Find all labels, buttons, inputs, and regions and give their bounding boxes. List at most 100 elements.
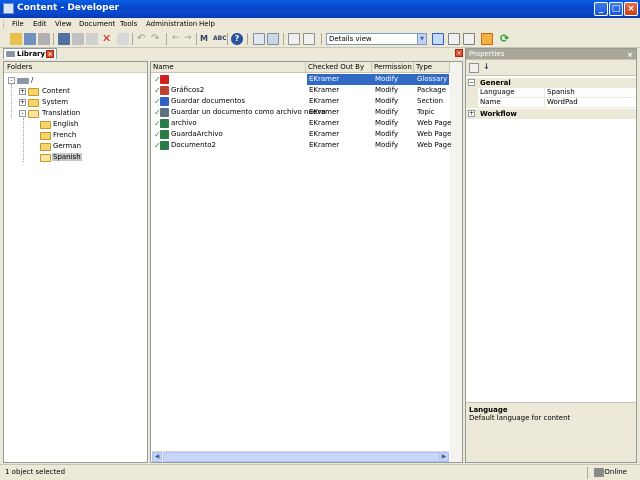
cell-type: Web Page — [417, 141, 452, 149]
tree-node-english[interactable]: English — [37, 120, 137, 130]
expander-plus-icon[interactable]: + — [19, 99, 26, 106]
tab-library[interactable]: Library × — [3, 48, 57, 59]
copy-icon[interactable] — [72, 33, 84, 45]
column-header-type[interactable]: Type — [414, 62, 450, 73]
column-header-checked-out-by[interactable]: Checked Out By — [306, 62, 372, 73]
title-bar: Content - Developer _ □ × — [0, 0, 640, 18]
collapse-icon[interactable]: − — [468, 79, 475, 86]
horizontal-scrollbar[interactable]: ◀ ▶ — [152, 451, 449, 462]
delete-icon[interactable]: ✕ — [102, 33, 114, 45]
properties-icon[interactable] — [117, 33, 129, 45]
paste-icon[interactable] — [86, 33, 98, 45]
help-icon[interactable]: ? — [231, 33, 243, 45]
tree-node-system[interactable]: + System — [18, 98, 138, 108]
categorized-icon[interactable] — [469, 63, 479, 73]
category-general[interactable]: − General — [466, 78, 636, 88]
scroll-right-icon[interactable]: ▶ — [439, 452, 449, 462]
back-icon[interactable]: ← — [172, 33, 184, 45]
cut-icon[interactable] — [58, 33, 70, 45]
details-layout-icon[interactable] — [432, 33, 444, 45]
toolbar-separator — [321, 33, 322, 45]
cell-checked-out-by: EKramer — [309, 75, 340, 83]
expander-minus-icon[interactable]: - — [19, 110, 26, 117]
menu-bar: File Edit View Document Tools Administra… — [0, 18, 640, 31]
menu-file[interactable]: File — [12, 20, 24, 28]
table-row[interactable]: ✓ Guardar documentos EKramer Modify Section — [152, 96, 449, 107]
category-workflow[interactable]: + Workflow — [466, 109, 636, 119]
menu-edit[interactable]: Edit — [33, 20, 47, 28]
preview-icon[interactable] — [288, 33, 300, 45]
publish-icon[interactable] — [303, 33, 315, 45]
close-icon[interactable]: × — [46, 50, 54, 58]
status-separator — [587, 467, 588, 479]
tree-node-german[interactable]: German — [37, 142, 137, 152]
forward-icon[interactable]: → — [184, 33, 196, 45]
scroll-thumb[interactable] — [163, 452, 448, 462]
table-row[interactable]: ✓ Documento2 EKramer Modify Web Page — [152, 140, 452, 151]
tree-line — [23, 118, 24, 162]
tree-node-root[interactable]: - / — [6, 76, 126, 86]
cell-type: Topic — [417, 108, 435, 116]
workflow-icon[interactable] — [481, 33, 493, 45]
cell-type: Web Page — [417, 130, 452, 138]
property-value[interactable]: WordPad — [544, 98, 636, 108]
menu-tools[interactable]: Tools — [120, 20, 137, 28]
close-icon[interactable]: × — [455, 49, 463, 57]
table-row[interactable]: ✓ GuardaArchivo EKramer Modify Web Page — [152, 129, 452, 140]
tree-node-spanish[interactable]: Spanish — [37, 153, 137, 163]
tree-label: / — [31, 76, 34, 84]
save-icon[interactable] — [24, 33, 36, 45]
split-layout-icon[interactable] — [448, 33, 460, 45]
undo-icon[interactable]: ↶ — [137, 33, 149, 45]
column-header-permission[interactable]: Permission — [372, 62, 414, 73]
folders-header: Folders — [4, 62, 147, 73]
menu-administration[interactable]: Administration — [146, 20, 197, 28]
property-key: Name — [466, 98, 544, 108]
table-row[interactable]: ✓ Guardar un documento como archivo nuevo… — [152, 107, 449, 118]
cell-permission: Modify — [375, 75, 399, 83]
menu-help[interactable]: Help — [199, 20, 215, 28]
open-icon[interactable] — [10, 33, 22, 45]
folder-icon — [28, 88, 39, 96]
sort-alpha-icon[interactable]: ↓ — [483, 62, 490, 71]
redo-icon[interactable]: ↷ — [151, 33, 163, 45]
tree-node-french[interactable]: French — [37, 131, 137, 141]
description-text: Default language for content — [469, 414, 571, 422]
expander-plus-icon[interactable]: + — [19, 88, 26, 95]
table-row[interactable]: ✓ archivo EKramer Modify Web Page — [152, 118, 452, 129]
document-type-icon — [160, 86, 169, 95]
print-icon[interactable] — [38, 33, 50, 45]
expand-icon[interactable]: + — [468, 110, 475, 117]
minimize-button[interactable]: _ — [594, 2, 608, 16]
columns-layout-icon[interactable] — [463, 33, 475, 45]
menu-view[interactable]: View — [55, 20, 72, 28]
maximize-button[interactable]: □ — [609, 2, 623, 16]
chevron-down-icon[interactable]: ▼ — [417, 34, 426, 44]
property-row-language[interactable]: Language Spanish — [466, 88, 636, 98]
menu-document[interactable]: Document — [79, 20, 115, 28]
view-select-value: Details view — [329, 35, 372, 43]
properties-toolbar: ↓ — [466, 60, 636, 76]
column-header-name[interactable]: Name — [151, 62, 306, 73]
close-button[interactable]: × — [624, 2, 638, 16]
property-value[interactable]: Spanish — [544, 88, 636, 98]
checkout-icon[interactable] — [267, 33, 279, 45]
cell-type: Web Page — [417, 119, 452, 127]
expander-minus-icon[interactable]: - — [8, 77, 15, 84]
refresh-icon[interactable]: ⟳ — [500, 33, 512, 45]
scroll-left-icon[interactable]: ◀ — [152, 452, 162, 462]
property-row-name[interactable]: Name WordPad — [466, 98, 636, 108]
tree-node-translation[interactable]: - Translation — [18, 109, 138, 119]
online-status: Online — [604, 468, 627, 476]
spellcheck-icon[interactable]: ABC — [213, 33, 227, 45]
tree-label: German — [53, 142, 82, 150]
table-row[interactable]: ✓ WordPad EKramer Modify Glossary — [152, 74, 449, 85]
document-list: Name Checked Out By Permission Type ✓ Wor… — [150, 61, 463, 463]
document-type-icon — [160, 130, 169, 139]
vertical-scroll-area[interactable] — [450, 62, 462, 462]
find-icon[interactable]: M — [200, 33, 212, 45]
checkin-icon[interactable] — [253, 33, 265, 45]
tree-node-content[interactable]: + Content — [18, 87, 138, 97]
view-select[interactable]: Details view ▼ — [326, 33, 427, 45]
table-row[interactable]: ✓ Gráficos2 EKramer Modify Package — [152, 85, 449, 96]
